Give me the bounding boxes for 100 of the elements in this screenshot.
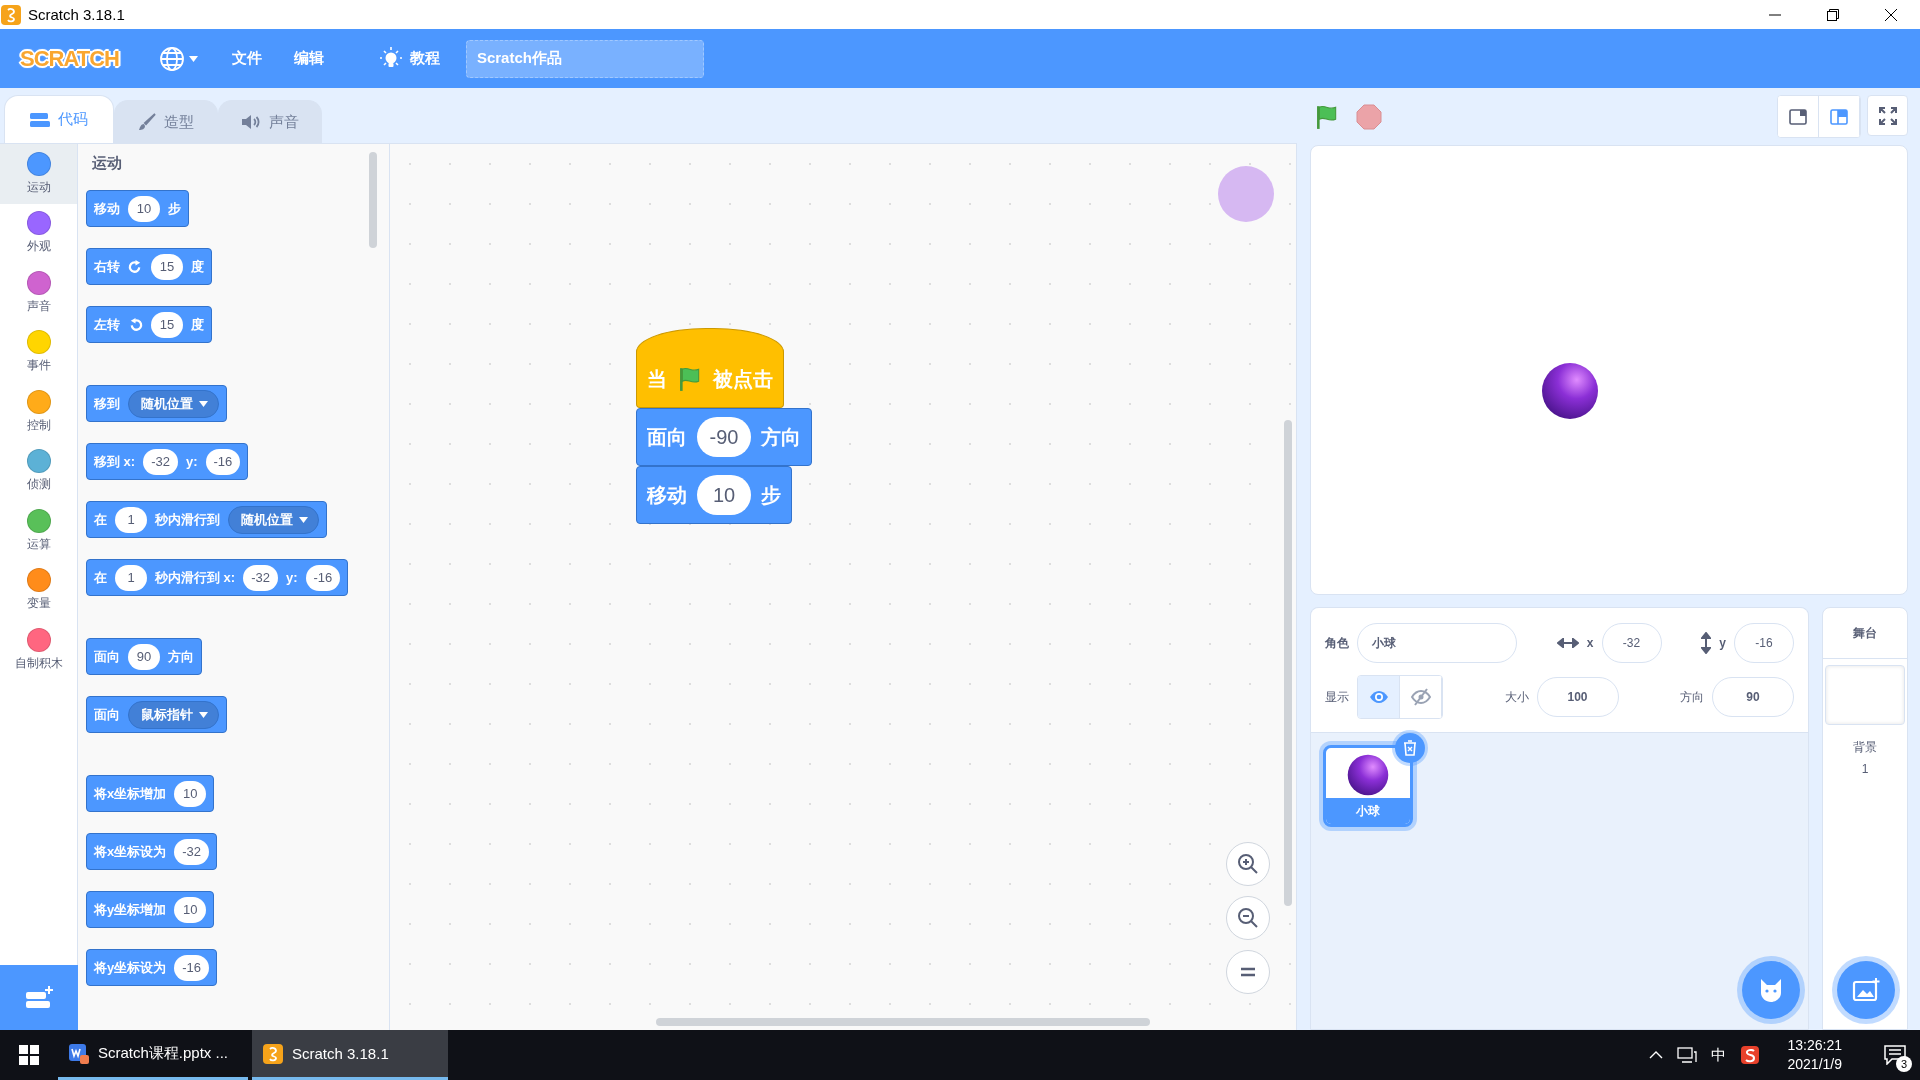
taskbar-app[interactable]: Scratch 3.18.1 <box>252 1030 448 1080</box>
block-text: y: <box>285 570 298 585</box>
number-input[interactable]: 15 <box>151 311 183 338</box>
code-block[interactable]: 将x坐标增加 10 <box>86 775 215 812</box>
block-text: 被点击 <box>713 366 773 392</box>
code-block[interactable]: 移动 10 步 <box>86 190 189 227</box>
taskbar-clock[interactable]: 13:26:21 2021/1/9 <box>1787 1036 1842 1074</box>
input-method-indicator[interactable]: 中 <box>1710 1045 1726 1065</box>
network-icon[interactable] <box>1676 1047 1697 1063</box>
number-input[interactable]: 15 <box>151 253 183 280</box>
zoom-out-icon <box>1236 906 1260 930</box>
eye-icon <box>1368 690 1389 704</box>
code-block[interactable]: 面向 90 方向 <box>86 638 202 675</box>
category-item[interactable]: 控制 <box>0 382 77 442</box>
stop-icon <box>1356 103 1382 130</box>
stage-size-button[interactable] <box>1778 96 1819 137</box>
delete-button[interactable] <box>1395 733 1425 763</box>
code-block[interactable]: 将y坐标增加 10 <box>86 891 215 928</box>
zoom-in-button[interactable] <box>1226 842 1270 886</box>
eye-crossed-icon <box>1410 688 1431 706</box>
dropdown-menu[interactable]: 随机位置 <box>128 389 219 418</box>
field-label: y <box>1719 636 1726 650</box>
zoom-reset-button[interactable] <box>1226 950 1270 994</box>
image-icon <box>1852 978 1880 1002</box>
minimize-icon <box>1769 13 1781 16</box>
extension-icon <box>24 985 54 1010</box>
block-text: 步 <box>761 482 781 508</box>
code-blocks-icon <box>30 112 50 127</box>
number-input[interactable]: 10 <box>697 475 751 515</box>
block-text: 面向 <box>647 424 687 450</box>
x-position-field[interactable]: -32 <box>1601 623 1662 663</box>
windows-logo-icon <box>19 1045 39 1065</box>
direction-field[interactable]: 90 <box>1712 677 1794 717</box>
block-text: 方向 <box>168 647 194 666</box>
number-input[interactable]: 10 <box>128 195 160 222</box>
visibility-button[interactable] <box>1358 676 1400 718</box>
code-block[interactable]: 在 1 秒内滑行到 x: -32 y: -16 <box>86 559 349 596</box>
code-block[interactable]: 在 1 秒内滑行到 随机位置 <box>86 501 327 538</box>
zoom-out-button[interactable] <box>1226 896 1270 940</box>
code-block[interactable]: 将x坐标设为 -32 <box>86 833 218 870</box>
number-input[interactable]: -16 <box>205 448 241 475</box>
sogou-icon[interactable] <box>1739 1045 1760 1065</box>
number-input[interactable]: -32 <box>143 448 178 475</box>
stage-thumbnail[interactable] <box>1825 665 1905 725</box>
category-item[interactable]: 事件 <box>0 322 77 382</box>
block-text: 度 <box>191 257 204 276</box>
category-item[interactable]: 自制积木 <box>0 620 77 680</box>
code-block[interactable]: 面向 鼠标指针 <box>86 696 227 733</box>
dropdown-menu[interactable]: 随机位置 <box>228 505 319 534</box>
block-text: 将y坐标设为 <box>94 958 167 977</box>
block-text: 右转 <box>94 257 120 276</box>
number-input[interactable]: -16 <box>305 564 341 591</box>
notification-button[interactable]: 3 <box>1870 1030 1920 1080</box>
sprite-name-field[interactable]: 小球 <box>1357 623 1517 663</box>
field-label: 显示 <box>1325 688 1349 706</box>
ball-sprite <box>1541 362 1599 420</box>
small-stage-icon <box>1789 108 1807 125</box>
zoom-in-icon <box>1236 852 1260 876</box>
category-item[interactable]: 声音 <box>0 263 77 323</box>
backdrop-count: 1 <box>1861 762 1869 776</box>
dropdown-menu[interactable]: 鼠标指针 <box>128 700 219 729</box>
choose-sprite-button[interactable] <box>1742 961 1800 1019</box>
code-block[interactable]: 移到 x: -32 y: -16 <box>86 443 249 480</box>
block-text: 步 <box>168 199 181 218</box>
number-input[interactable]: 10 <box>174 896 207 923</box>
size-field[interactable]: 100 <box>1536 677 1619 717</box>
number-input[interactable]: -32 <box>174 838 210 865</box>
choose-backdrop-button[interactable] <box>1837 961 1895 1019</box>
number-input[interactable]: 1 <box>115 564 147 591</box>
number-input[interactable]: -16 <box>174 954 210 981</box>
code-block[interactable]: 移到 随机位置 <box>86 385 227 422</box>
taskbar-app[interactable]: Scratch课程.pptx ... <box>58 1030 248 1080</box>
scrollbar[interactable] <box>1284 420 1292 906</box>
number-input[interactable]: 90 <box>128 643 160 670</box>
scrollbar[interactable] <box>369 152 377 248</box>
number-input[interactable]: -90 <box>697 417 751 457</box>
block-text: 面向 <box>94 705 120 724</box>
category-item[interactable]: 运动 <box>0 144 77 204</box>
category-item[interactable]: 外观 <box>0 203 77 263</box>
scrollbar[interactable] <box>656 1018 1150 1026</box>
category-item[interactable]: 运算 <box>0 501 77 561</box>
code-block[interactable]: 面向 -90 方向 <box>636 408 812 466</box>
number-input[interactable]: 10 <box>174 780 207 807</box>
y-position-field[interactable]: -16 <box>1734 623 1794 663</box>
code-block[interactable]: 左转 15 度 <box>86 306 212 343</box>
vertical-arrow-icon <box>1701 632 1712 654</box>
number-input[interactable]: -32 <box>243 564 278 591</box>
code-block[interactable]: 将y坐标设为 -16 <box>86 949 218 986</box>
block-text: 方向 <box>761 424 801 450</box>
chevron-up-icon[interactable] <box>1648 1051 1663 1059</box>
category-item[interactable]: 变量 <box>0 560 77 620</box>
code-block[interactable]: 移动 10 步 <box>636 466 792 524</box>
field-label: 角色 <box>1325 634 1349 652</box>
category-item[interactable]: 侦测 <box>0 441 77 501</box>
globe-icon <box>158 45 185 72</box>
stage-title: 舞台 <box>1853 624 1877 642</box>
block-text: 面向 <box>94 647 120 666</box>
number-input[interactable]: 1 <box>115 506 147 533</box>
code-block[interactable]: 右转 15 度 <box>86 248 212 285</box>
fullscreen-button[interactable] <box>1867 95 1908 136</box>
